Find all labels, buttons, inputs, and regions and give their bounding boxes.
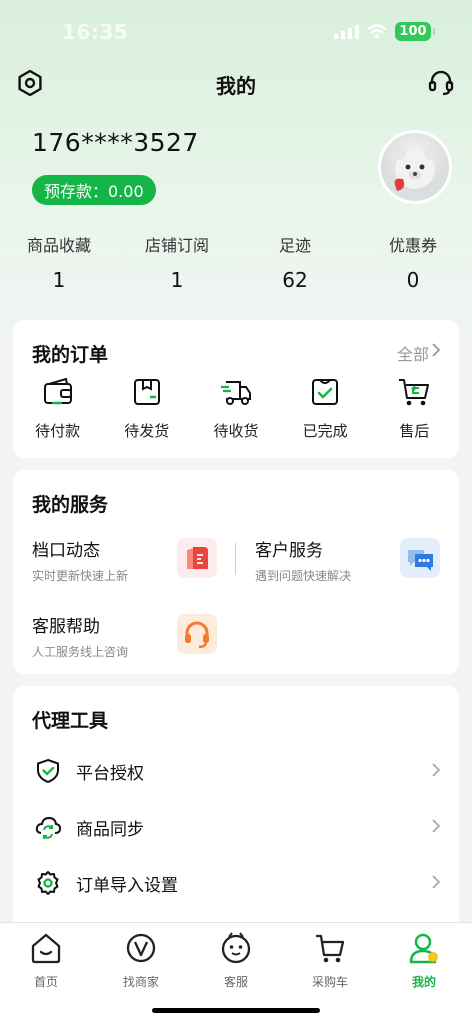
stat-shop-subscriptions[interactable]: 店铺订阅 1	[118, 232, 236, 292]
order-tab-after-sale[interactable]: 售后	[370, 376, 459, 441]
order-tab-to-ship[interactable]: 待发货	[102, 376, 191, 441]
status-bar: 16:35 100	[0, 0, 472, 62]
teddy-bear-avatar-icon	[392, 146, 438, 191]
tools-title: 代理工具	[32, 710, 109, 732]
home-indicator	[152, 1008, 320, 1013]
stat-label: 店铺订阅	[144, 236, 209, 255]
tab-label: 找商家	[122, 975, 159, 989]
completed-bag-icon	[312, 379, 339, 405]
my-orders-card: 我的订单 全部 待付款 待发货 待收货 已完成 售后	[13, 320, 459, 458]
user-phone-number: 176****3527	[32, 128, 199, 157]
chevron-right-icon	[432, 875, 441, 889]
service-title: 客服帮助	[32, 617, 100, 637]
service-title: 客户服务	[255, 541, 323, 561]
shield-check-icon	[37, 758, 59, 784]
chat-bubbles-icon	[400, 538, 440, 578]
order-tab-label: 已完成	[302, 422, 348, 440]
tool-label: 订单导入设置	[76, 876, 178, 896]
service-subtitle: 人工服务线上咨询	[32, 645, 129, 659]
order-tab-pending-payment[interactable]: 待付款	[13, 376, 102, 441]
order-tab-label: 待发货	[124, 422, 170, 440]
page-title: 我的	[216, 74, 256, 98]
tool-platform-authorization[interactable]: 平台授权	[13, 746, 459, 796]
stat-coupons[interactable]: 优惠券 0	[354, 232, 472, 292]
tool-label: 商品同步	[76, 820, 144, 840]
stat-value: 62	[282, 268, 308, 292]
order-tab-to-receive[interactable]: 待收货	[191, 376, 280, 441]
stat-favorites[interactable]: 商品收藏 1	[0, 232, 118, 292]
service-help[interactable]: 客服帮助 人工服务线上咨询	[32, 612, 128, 660]
tab-mine[interactable]: 我的	[384, 931, 464, 990]
deposit-balance-badge[interactable]: 预存款：0.00	[32, 175, 156, 205]
headset-icon	[428, 70, 454, 96]
order-tab-label: 待收货	[213, 422, 259, 440]
cellular-signal-icon	[334, 25, 360, 39]
sync-cloud-icon	[35, 816, 61, 839]
wallet-icon	[43, 377, 72, 405]
tab-label: 客服	[223, 975, 248, 989]
tab-label: 首页	[33, 975, 58, 989]
user-icon	[409, 933, 438, 964]
service-title: 档口动态	[32, 541, 100, 561]
tab-find-merchant[interactable]: 找商家	[101, 931, 181, 990]
my-services-card: 我的服务 档口动态 实时更新快速上新 客户服务 遇到问题快速解决 客服帮助 人工…	[13, 470, 459, 674]
stall-news-icon	[177, 538, 217, 578]
chevron-right-icon	[432, 343, 441, 357]
tab-purchase-cart[interactable]: 采购车	[290, 931, 370, 990]
user-stats: 商品收藏 1 店铺订阅 1 足迹 62 优惠券 0	[0, 232, 472, 292]
service-subtitle: 遇到问题快速解决	[255, 569, 352, 583]
after-sale-cart-icon	[399, 379, 430, 406]
chevron-right-icon	[432, 763, 441, 777]
stat-footprints[interactable]: 足迹 62	[236, 232, 354, 292]
tab-label: 我的	[411, 975, 436, 989]
headset-icon	[177, 614, 217, 654]
customer-service-face-icon	[221, 932, 251, 964]
tab-label: 采购车	[311, 975, 348, 989]
service-customer-service[interactable]: 客户服务 遇到问题快速解决	[255, 536, 351, 584]
home-icon	[31, 933, 61, 964]
tab-home[interactable]: 首页	[6, 931, 86, 990]
service-subtitle: 实时更新快速上新	[32, 569, 129, 583]
chevron-right-icon	[432, 819, 441, 833]
see-all-orders-link[interactable]: 全部	[397, 341, 429, 365]
services-title: 我的服务	[32, 494, 109, 516]
order-tab-completed[interactable]: 已完成	[281, 376, 370, 441]
tool-order-import-settings[interactable]: 订单导入设置	[13, 858, 459, 908]
package-icon	[133, 379, 160, 405]
stat-label: 优惠券	[388, 236, 437, 255]
wifi-icon	[368, 24, 386, 39]
battery-indicator: 100	[395, 22, 435, 41]
shopping-cart-icon	[316, 934, 345, 963]
stat-label: 商品收藏	[26, 236, 91, 255]
stat-label: 足迹	[278, 236, 311, 255]
order-tab-label: 售后	[399, 422, 430, 440]
service-divider	[235, 543, 236, 575]
agent-tools-card: 代理工具 平台授权 商品同步 订单导入设置	[13, 686, 459, 936]
service-stall-news[interactable]: 档口动态 实时更新快速上新	[32, 536, 128, 584]
orders-title: 我的订单	[32, 344, 109, 366]
customer-service-button[interactable]	[425, 67, 457, 99]
status-time: 16:35	[62, 20, 129, 44]
avatar[interactable]	[378, 130, 452, 204]
tool-label: 平台授权	[76, 764, 144, 784]
find-merchant-icon	[126, 933, 156, 963]
tool-product-sync[interactable]: 商品同步	[13, 802, 459, 852]
stat-value: 0	[406, 268, 420, 292]
tab-customer-service[interactable]: 客服	[196, 931, 276, 990]
stat-value: 1	[52, 268, 66, 292]
order-tab-label: 待付款	[35, 422, 81, 440]
stat-value: 1	[170, 268, 184, 292]
gear-icon	[37, 871, 59, 895]
delivery-truck-icon	[220, 381, 251, 405]
